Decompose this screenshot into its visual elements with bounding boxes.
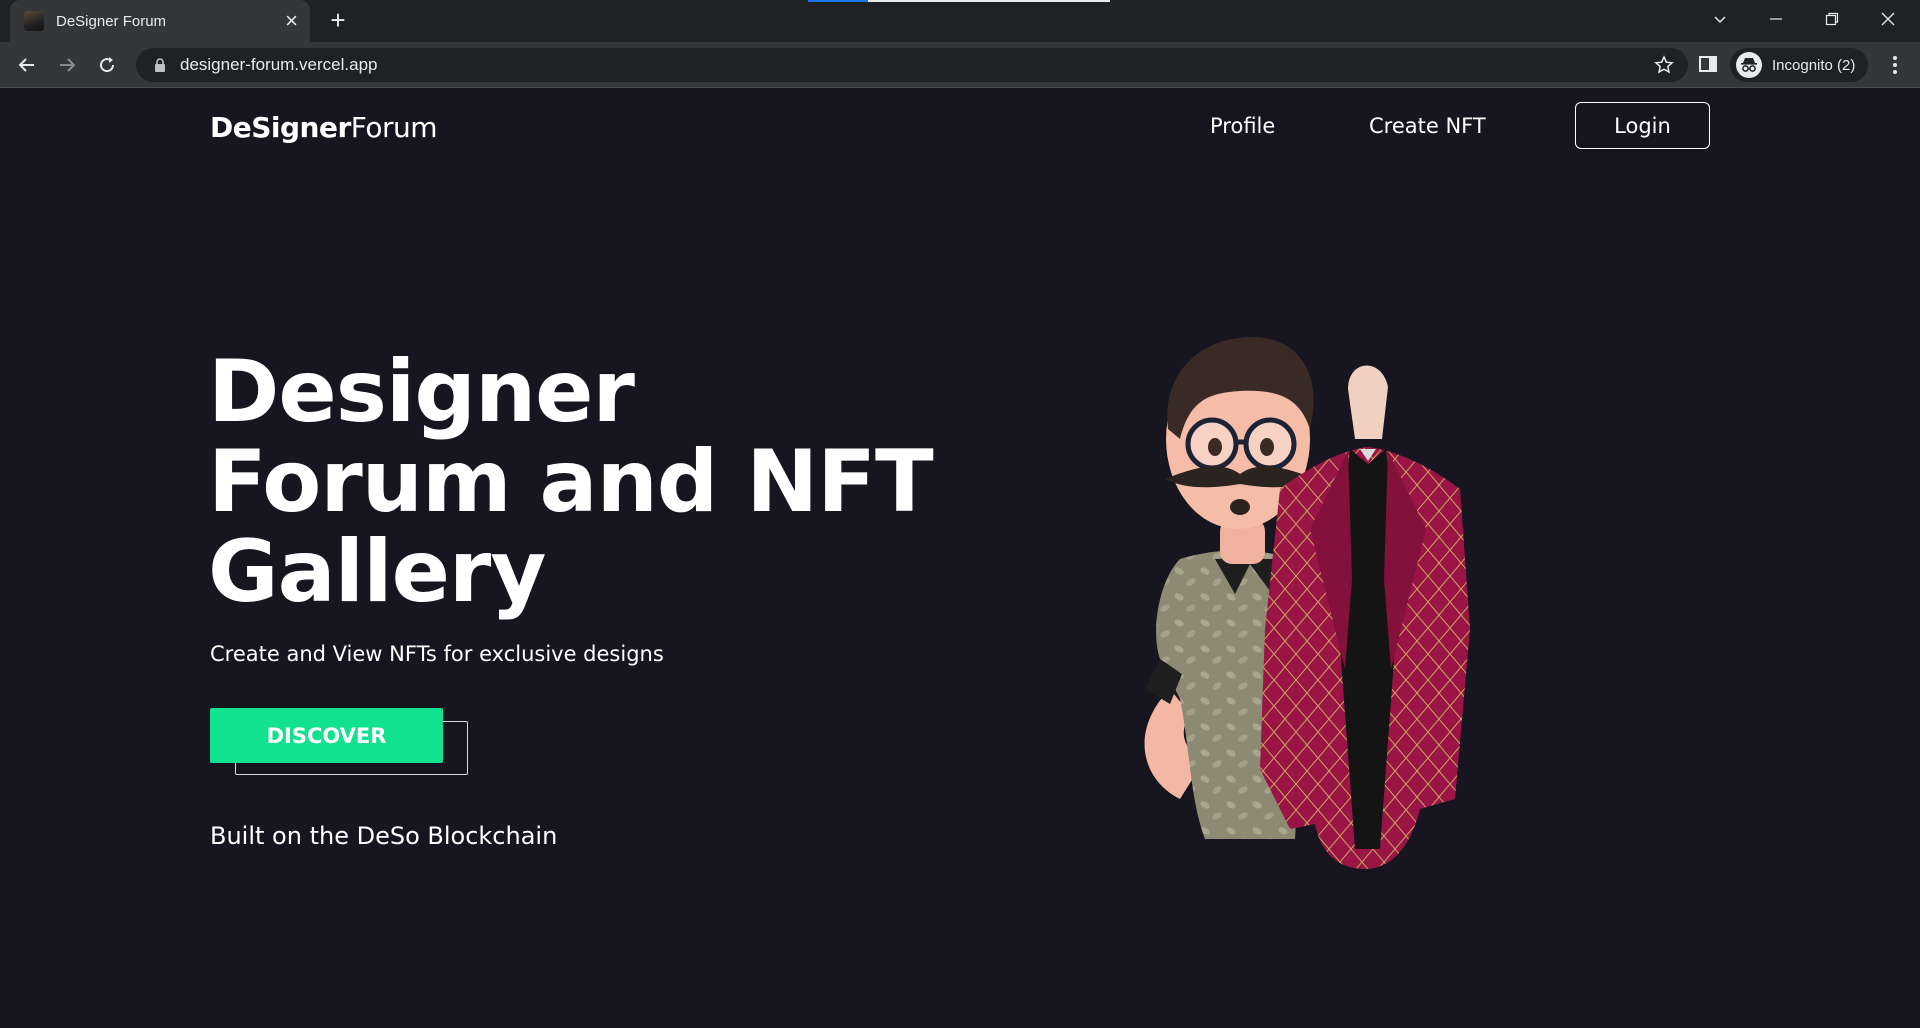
nav-profile-link[interactable]: Profile xyxy=(1210,114,1275,138)
hero-title-line-2: Forum and NFT xyxy=(208,432,934,532)
reload-icon[interactable] xyxy=(91,49,123,81)
browser-toolbar: designer-forum.vercel.app Incognito (2) xyxy=(0,42,1920,88)
hero-subtitle: Create and View NFTs for exclusive desig… xyxy=(210,642,664,666)
restore-icon[interactable] xyxy=(1804,0,1860,38)
logo-bold-text: DeSigner xyxy=(210,111,351,144)
star-icon[interactable] xyxy=(1654,55,1674,75)
hero-title-line-3: Gallery xyxy=(208,522,546,622)
login-button[interactable]: Login xyxy=(1575,102,1710,149)
designer-illustration xyxy=(1144,337,1470,869)
hero-title-line-1: Designer xyxy=(208,342,635,442)
browser-tab-bar: DeSigner Forum × + xyxy=(0,0,1920,42)
tab-search-icon[interactable] xyxy=(1692,0,1748,38)
favicon-icon xyxy=(24,11,44,31)
site-logo[interactable]: DeSignerForum xyxy=(210,111,438,144)
back-icon[interactable] xyxy=(11,49,43,81)
hero-title: Designer Forum and NFT Gallery xyxy=(208,347,1008,617)
new-tab-button[interactable]: + xyxy=(324,6,352,34)
incognito-label: Incognito (2) xyxy=(1772,56,1856,74)
page: DeSignerForum Profile Create NFT Login D… xyxy=(0,89,1920,1028)
side-panel-icon[interactable] xyxy=(1698,54,1720,76)
built-on-text: Built on the DeSo Blockchain xyxy=(210,822,558,850)
tab-close-icon[interactable]: × xyxy=(285,10,298,32)
nav-create-nft-link[interactable]: Create NFT xyxy=(1369,114,1486,138)
address-bar[interactable]: designer-forum.vercel.app xyxy=(136,48,1688,82)
discover-button[interactable]: DISCOVER xyxy=(210,708,443,763)
loading-indicator xyxy=(808,0,1110,2)
browser-tab[interactable]: DeSigner Forum × xyxy=(10,0,310,42)
more-icon[interactable] xyxy=(1884,54,1906,76)
lock-icon[interactable] xyxy=(150,55,170,75)
forward-icon[interactable] xyxy=(51,49,83,81)
incognito-icon xyxy=(1736,52,1762,78)
logo-light-text: Forum xyxy=(350,111,438,144)
incognito-profile-button[interactable]: Incognito (2) xyxy=(1730,48,1868,82)
url-text: designer-forum.vercel.app xyxy=(180,55,378,74)
minimize-icon[interactable] xyxy=(1748,0,1804,38)
tab-title: DeSigner Forum xyxy=(56,12,167,30)
close-icon[interactable] xyxy=(1860,0,1916,38)
